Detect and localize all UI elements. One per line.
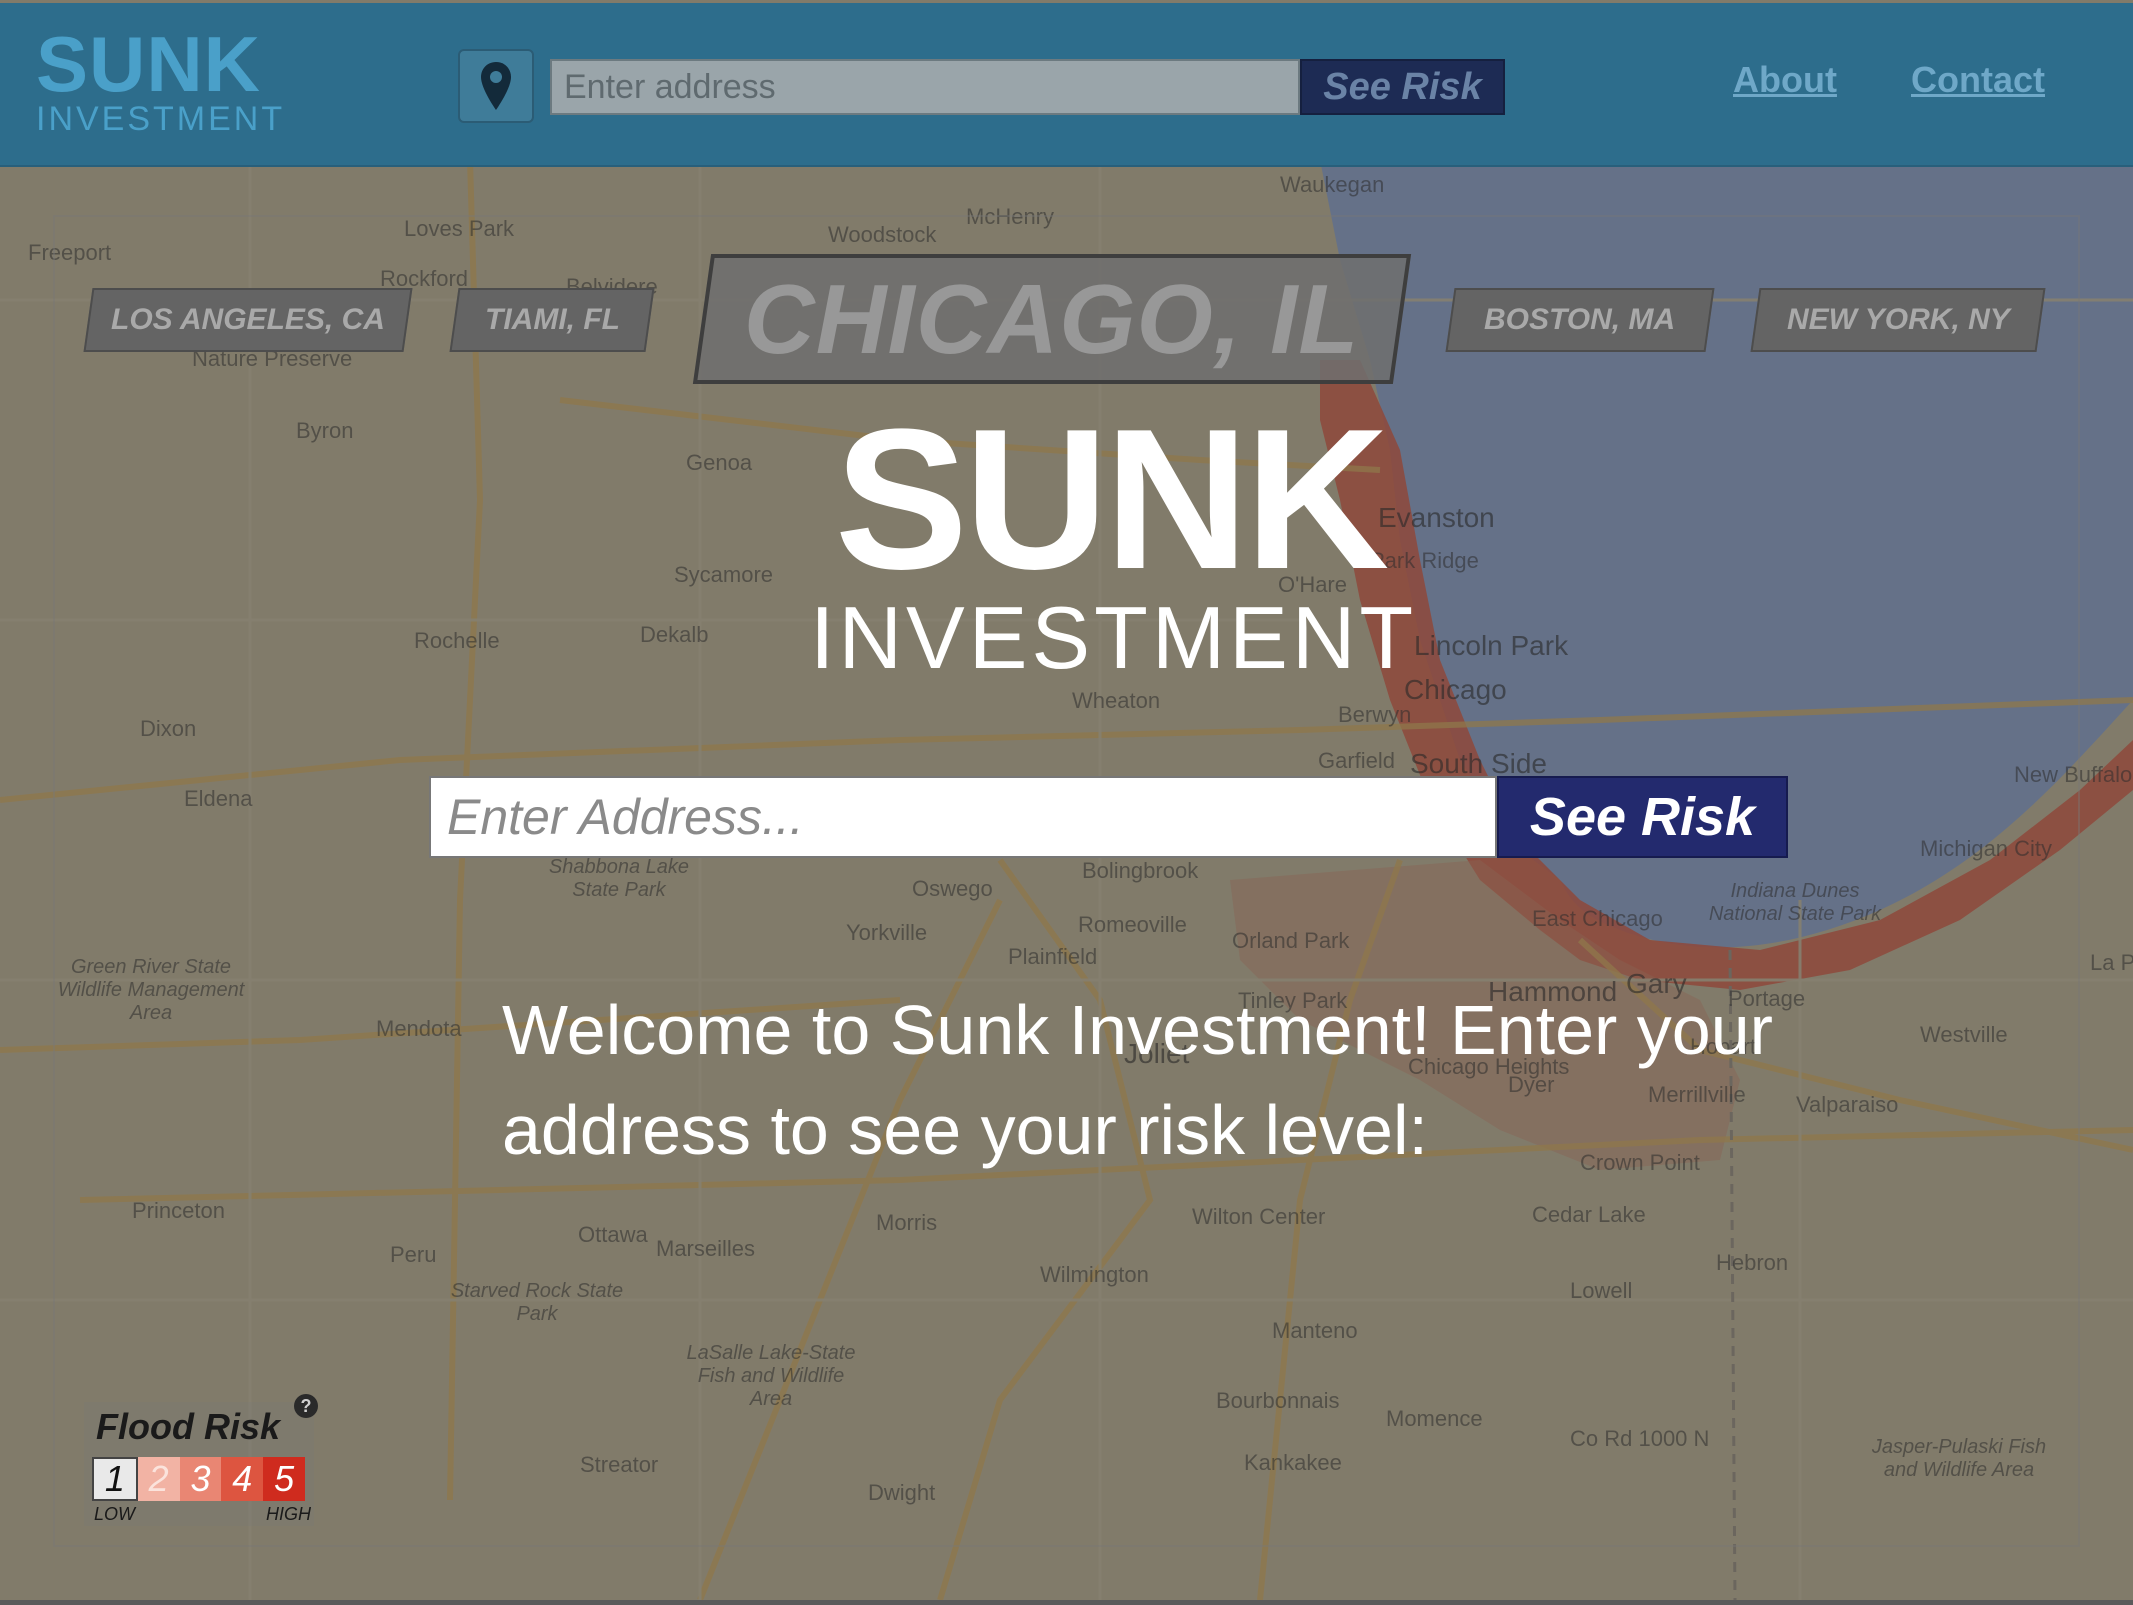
city-tab-label: LOS ANGELES, CA — [111, 303, 385, 336]
header-logo[interactable]: SUNK INVESTMENT — [36, 20, 286, 138]
header-see-risk-button[interactable]: See Risk — [1300, 59, 1505, 115]
city-tab-los-angeles[interactable]: LOS ANGELES, CA — [83, 288, 413, 352]
nav-about-link[interactable]: About — [1733, 59, 1837, 101]
main-see-risk-button[interactable]: See Risk — [1497, 776, 1788, 858]
city-tab-label: CHICAGO, IL — [744, 263, 1360, 374]
hero-logo-investment: INVESTMENT — [810, 588, 1418, 687]
header-logo-sunk: SUNK — [36, 20, 262, 108]
legend-high-label: HIGH — [266, 1504, 311, 1524]
legend-low-label: LOW — [94, 1504, 136, 1524]
city-tab-label: BOSTON, MA — [1484, 303, 1676, 336]
city-tab-chicago[interactable]: CHICAGO, IL — [692, 254, 1412, 384]
risk-level-4: 4 — [221, 1457, 264, 1501]
map-pin-icon — [481, 62, 511, 110]
main-address-input[interactable] — [429, 776, 1497, 858]
hero-logo: SUNK INVESTMENT — [810, 388, 1418, 687]
city-tab-boston[interactable]: BOSTON, MA — [1445, 288, 1715, 352]
header-bar: SUNK INVESTMENT See Risk About Contact — [0, 3, 2133, 167]
nav-contact-link[interactable]: Contact — [1911, 59, 2045, 101]
location-pin-button[interactable] — [458, 49, 534, 123]
flood-risk-legend: Flood Risk ? 1 2 3 4 5 LOW HIGH — [84, 1394, 318, 1526]
city-tab-tiami[interactable]: TIAMI, FL — [449, 288, 655, 352]
header-address-input[interactable] — [550, 59, 1300, 115]
city-tab-new-york[interactable]: NEW YORK, NY — [1750, 288, 2046, 352]
risk-level-2: 2 — [137, 1457, 180, 1501]
city-tab-label: NEW YORK, NY — [1786, 303, 2010, 336]
hero-logo-sunk: SUNK — [834, 388, 1390, 611]
legend-title: Flood Risk — [96, 1406, 281, 1447]
header-logo-investment: INVESTMENT — [36, 100, 286, 138]
risk-scale: 1 2 3 4 5 — [92, 1457, 305, 1501]
risk-level-1: 1 — [92, 1457, 138, 1501]
risk-level-3: 3 — [179, 1457, 222, 1501]
help-icon[interactable]: ? — [294, 1394, 318, 1418]
risk-level-5: 5 — [263, 1457, 305, 1501]
welcome-message: Welcome to Sunk Investment! Enter your a… — [502, 991, 1773, 1169]
city-tab-label: TIAMI, FL — [484, 303, 620, 336]
